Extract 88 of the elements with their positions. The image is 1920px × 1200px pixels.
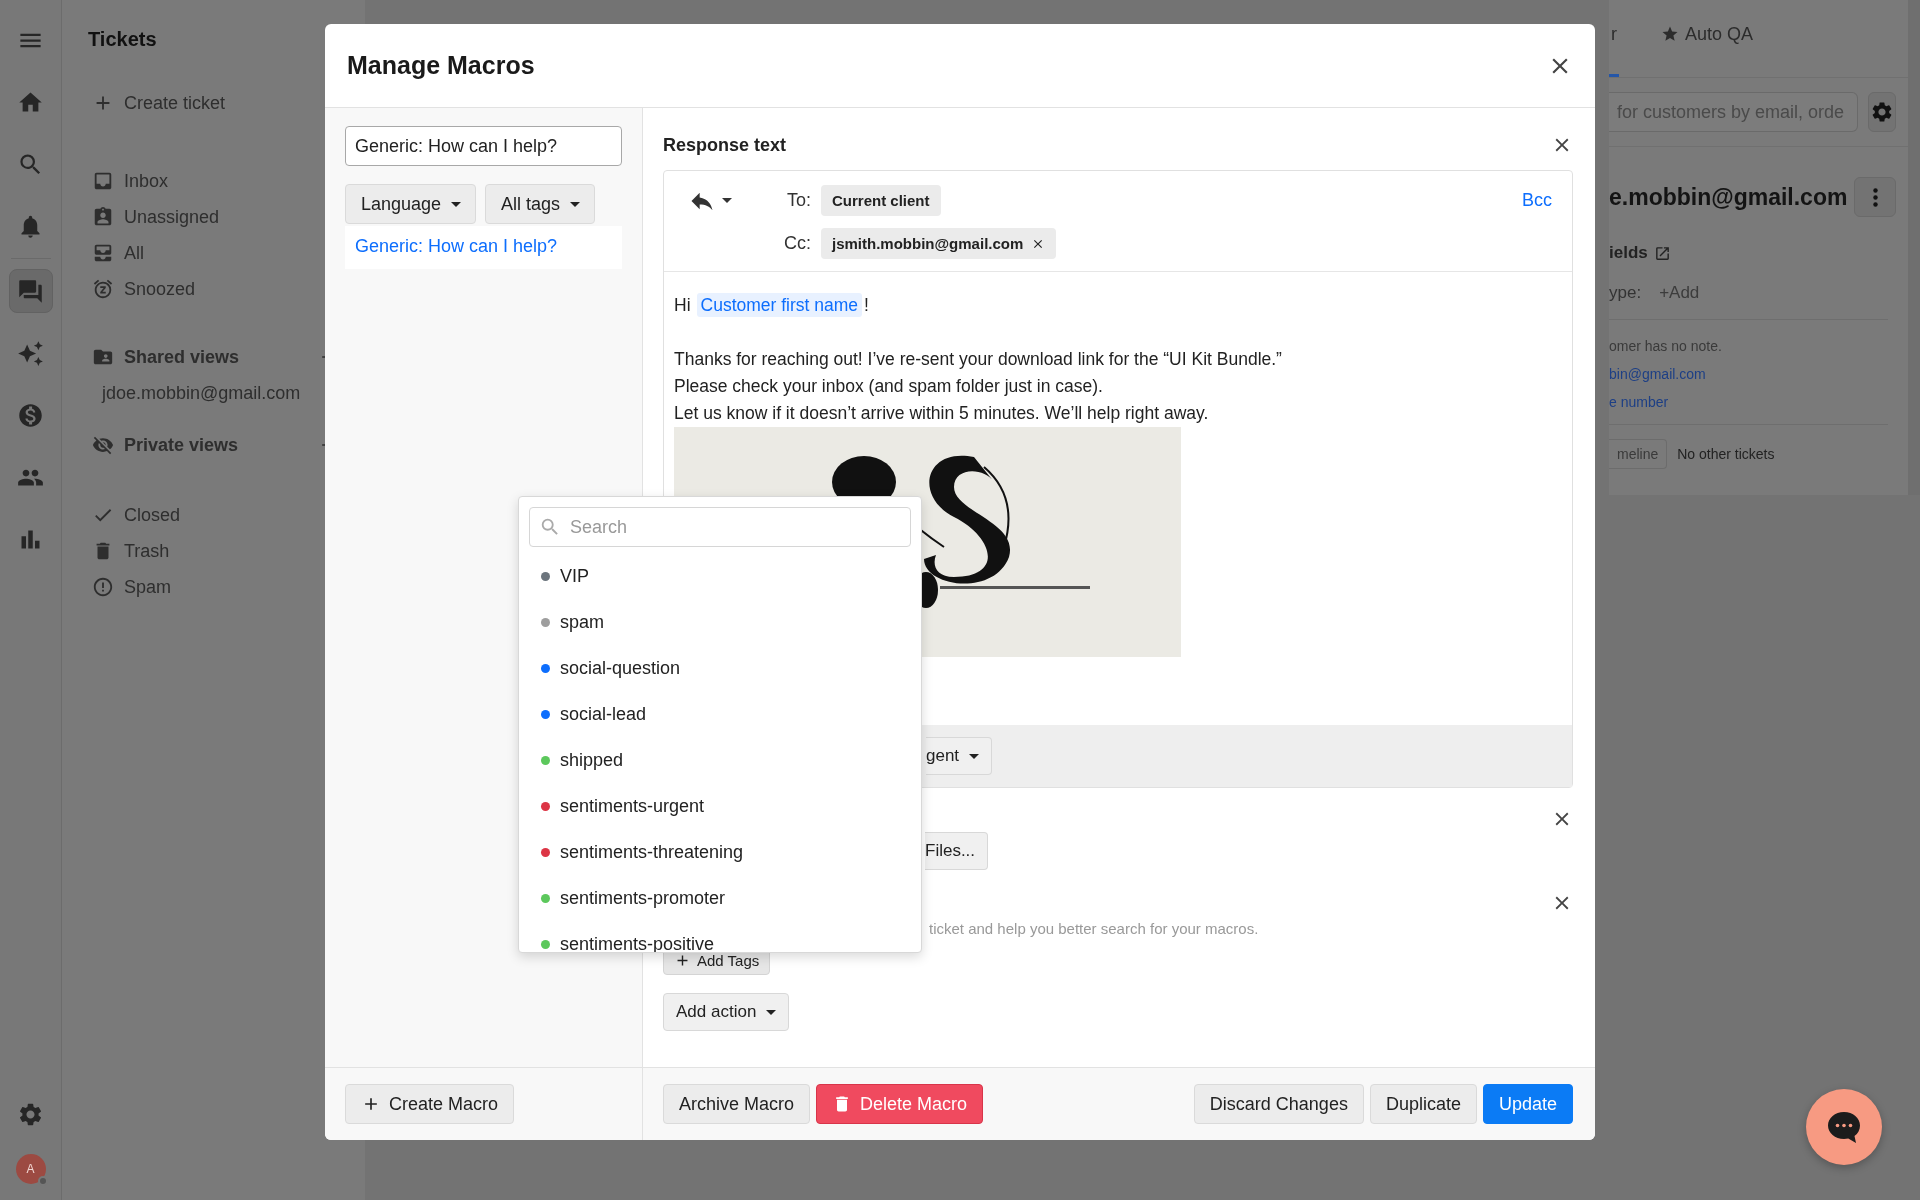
- greeting-text: !: [864, 295, 869, 315]
- phone-link[interactable]: e number: [1609, 394, 1908, 410]
- tag-label: social-lead: [560, 703, 647, 725]
- tag-option[interactable]: spam: [529, 599, 911, 645]
- chat-bubble-icon: [1826, 1110, 1862, 1144]
- caret-icon: [766, 1009, 777, 1015]
- chat-button[interactable]: [1806, 1089, 1882, 1165]
- field-label: To:: [786, 190, 812, 211]
- tag-label: sentiments-promoter: [560, 887, 726, 909]
- greeting-text: Hi: [674, 295, 691, 315]
- caret-icon: [451, 201, 462, 207]
- filter-dropdown[interactable]: All tags: [485, 184, 596, 224]
- tag-label: spam: [560, 611, 604, 633]
- more-icon: [1872, 187, 1878, 207]
- more-button[interactable]: [1854, 177, 1896, 217]
- tag-search-field[interactable]: Search: [529, 507, 911, 547]
- tag-option[interactable]: sentiments-promoter: [529, 875, 911, 921]
- footer-button[interactable]: Discard Changes: [1193, 1084, 1364, 1124]
- star-icon: [1661, 25, 1679, 43]
- tag-label: social-question: [560, 657, 681, 679]
- tickets-text: No other tickets: [1677, 446, 1775, 462]
- create-macro-button[interactable]: Create Macro: [345, 1084, 515, 1124]
- panel-title: Tickets: [88, 28, 158, 51]
- footer-button[interactable]: Update: [1482, 1084, 1573, 1124]
- add-link[interactable]: +Add: [1659, 283, 1700, 303]
- note-text: omer has no note.: [1609, 338, 1723, 354]
- tag-option[interactable]: shipped: [529, 737, 911, 783]
- chat-icon: [17, 277, 44, 305]
- customer-email: e.mobbin@gmail.com: [1609, 183, 1848, 211]
- add-action-dropdown[interactable]: Add action: [663, 993, 790, 1031]
- folder-item[interactable]: Trash: [88, 533, 365, 569]
- tray-icon: [92, 242, 114, 264]
- caret-icon: [722, 198, 732, 203]
- recipient-chip: Current client: [821, 185, 941, 216]
- macro-search-field[interactable]: Generic: How can I help?: [345, 126, 622, 166]
- variable-tag[interactable]: Customer first name: [696, 293, 863, 317]
- settings-icon: [1870, 100, 1894, 124]
- bcc-link[interactable]: Bcc: [1522, 190, 1552, 211]
- footer-button[interactable]: Duplicate: [1369, 1084, 1477, 1124]
- message-line: Thanks for reaching out! I’ve re-sent your download link for the “UI Kit Bundle.”: [674, 348, 1283, 371]
- files-button[interactable]: Files...: [925, 832, 989, 870]
- field-label: Cc:: [784, 233, 812, 254]
- macro-item[interactable]: Generic: How can I help?: [345, 226, 622, 269]
- badge-icon: [92, 206, 114, 228]
- create-ticket-link[interactable]: Create ticket: [88, 85, 365, 121]
- tag-label: VIP: [560, 565, 589, 587]
- folder-item[interactable]: Snoozed: [88, 271, 365, 307]
- sparkles-icon: [17, 339, 44, 367]
- folder-item[interactable]: Closed: [88, 497, 365, 533]
- alarm-icon: [92, 278, 114, 300]
- tag-label: sentiments-urgent: [560, 795, 705, 817]
- external-link-icon[interactable]: [1653, 244, 1671, 262]
- settings-button[interactable]: [1868, 92, 1896, 132]
- eye-off-icon: [92, 434, 114, 456]
- timeline-button[interactable]: meline: [1609, 439, 1668, 469]
- footer-button[interactable]: Delete Macro: [816, 1084, 984, 1124]
- alert-icon: [92, 576, 114, 598]
- nav-button[interactable]: [8, 269, 53, 313]
- inbox-icon: [92, 170, 114, 192]
- tag-option[interactable]: VIP: [529, 553, 911, 599]
- footer-button[interactable]: Archive Macro: [663, 1084, 811, 1124]
- caret-icon: [969, 753, 980, 759]
- tag-option[interactable]: social-question: [529, 645, 911, 691]
- message-line: Let us know if it doesn’t arrive within 5 minutes. We’ll help right away.: [674, 402, 1210, 425]
- hint-text: ticket and help you better search for your macros.: [929, 920, 1260, 937]
- section-title: Shared views: [124, 346, 240, 368]
- modal-title: Manage Macros: [347, 51, 535, 80]
- message-line: Please check your inbox (and spam folder just in case).: [674, 375, 1104, 398]
- dollar-icon: [17, 401, 44, 429]
- tab[interactable]: r: [1609, 0, 1619, 77]
- section-title: Private views: [124, 434, 239, 456]
- folder-item[interactable]: Spam: [88, 569, 365, 605]
- section-title: Response text: [663, 134, 787, 156]
- tag-option[interactable]: sentiments-threatening: [529, 829, 911, 875]
- sender-dropdown[interactable]: gent: [926, 737, 993, 775]
- tag-label: sentiments-threatening: [560, 841, 744, 863]
- tab[interactable]: Auto QA: [1659, 0, 1756, 77]
- tag-label: shipped: [560, 749, 624, 771]
- filter-dropdown[interactable]: Language: [345, 184, 477, 224]
- user-avatar[interactable]: A: [15, 1154, 46, 1184]
- tag-option[interactable]: social-lead: [529, 691, 911, 737]
- search-icon: [539, 516, 561, 538]
- caret-icon: [570, 201, 581, 207]
- email-link[interactable]: bin@gmail.com: [1609, 366, 1908, 382]
- section-title: ields: [1609, 243, 1648, 263]
- tag-option[interactable]: sentiments-urgent: [529, 783, 911, 829]
- field-label: ype:: [1609, 283, 1642, 303]
- chip-text: jsmith.mobbin@gmail.com: [832, 235, 1024, 252]
